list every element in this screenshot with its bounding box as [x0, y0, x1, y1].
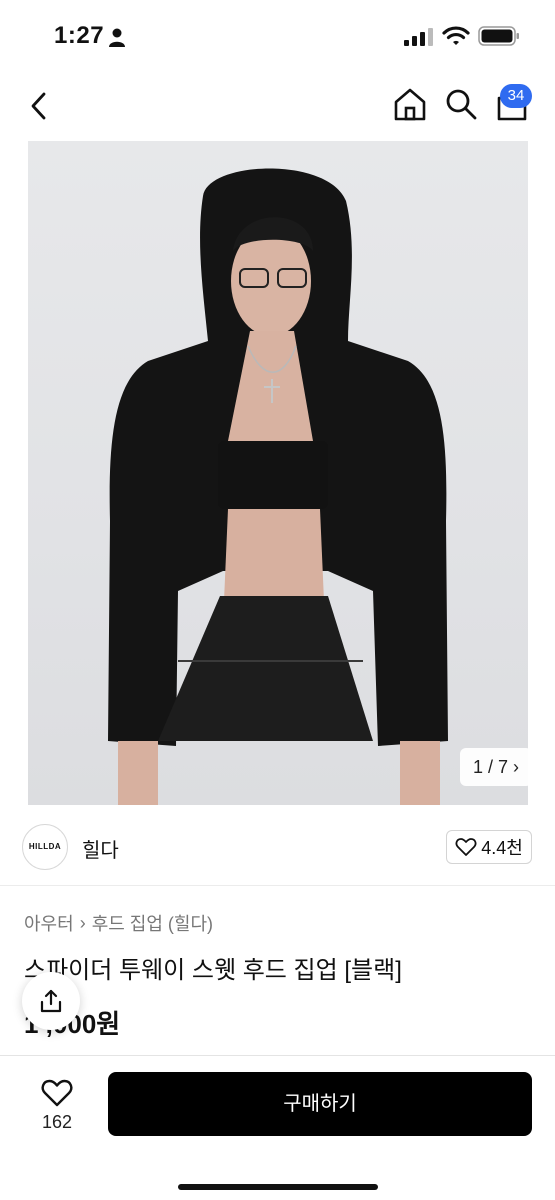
cart-count-badge: 34 [500, 84, 532, 108]
breadcrumb-item-subcategory[interactable]: 후드 집업 (힐다) [92, 910, 213, 936]
chevron-right-icon: › [513, 757, 520, 777]
home-icon[interactable] [392, 86, 428, 122]
shop-logo[interactable]: HILLDA [22, 824, 68, 870]
chevron-right-icon: › [79, 912, 86, 933]
nav-bar: 34 [0, 78, 555, 134]
wish-button[interactable]: 162 [22, 1076, 92, 1146]
model-photo [108, 168, 448, 805]
product-title: 스파이더 투웨이 스웻 후드 집업 [블랙] [24, 957, 402, 984]
signal-icon [404, 28, 433, 46]
breadcrumb: 아우터 › 후드 집업 (힐다) [24, 910, 213, 936]
wifi-icon [442, 26, 470, 45]
image-counter[interactable]: 1 / 7 › [460, 748, 532, 786]
heart-outline-icon [41, 1079, 73, 1107]
shop-name[interactable]: 힐다 [82, 834, 119, 863]
shop-like-count: 4.4천 [481, 838, 523, 858]
status-bar: 1:27 [0, 0, 555, 70]
home-indicator [178, 1184, 378, 1190]
share-icon [40, 989, 62, 1013]
shop-row[interactable]: HILLDA 힐다 4.4천 [0, 820, 555, 886]
buy-button[interactable]: 구매하기 [108, 1072, 532, 1136]
bottom-bar: 162 구매하기 [0, 1055, 555, 1200]
wish-count: 162 [41, 1112, 73, 1132]
breadcrumb-item-category[interactable]: 아우터 [24, 910, 74, 936]
status-time: 1:27 [54, 22, 105, 49]
image-counter-text: 1 / 7 [472, 757, 508, 777]
share-button[interactable] [22, 972, 80, 1030]
person-icon [109, 28, 125, 47]
product-image[interactable] [28, 141, 528, 805]
heart-outline-icon [455, 838, 477, 856]
shop-like-button[interactable]: 4.4천 [446, 830, 532, 864]
chevron-left-icon[interactable] [22, 88, 58, 124]
search-icon[interactable] [443, 86, 479, 122]
battery-icon [478, 26, 519, 46]
